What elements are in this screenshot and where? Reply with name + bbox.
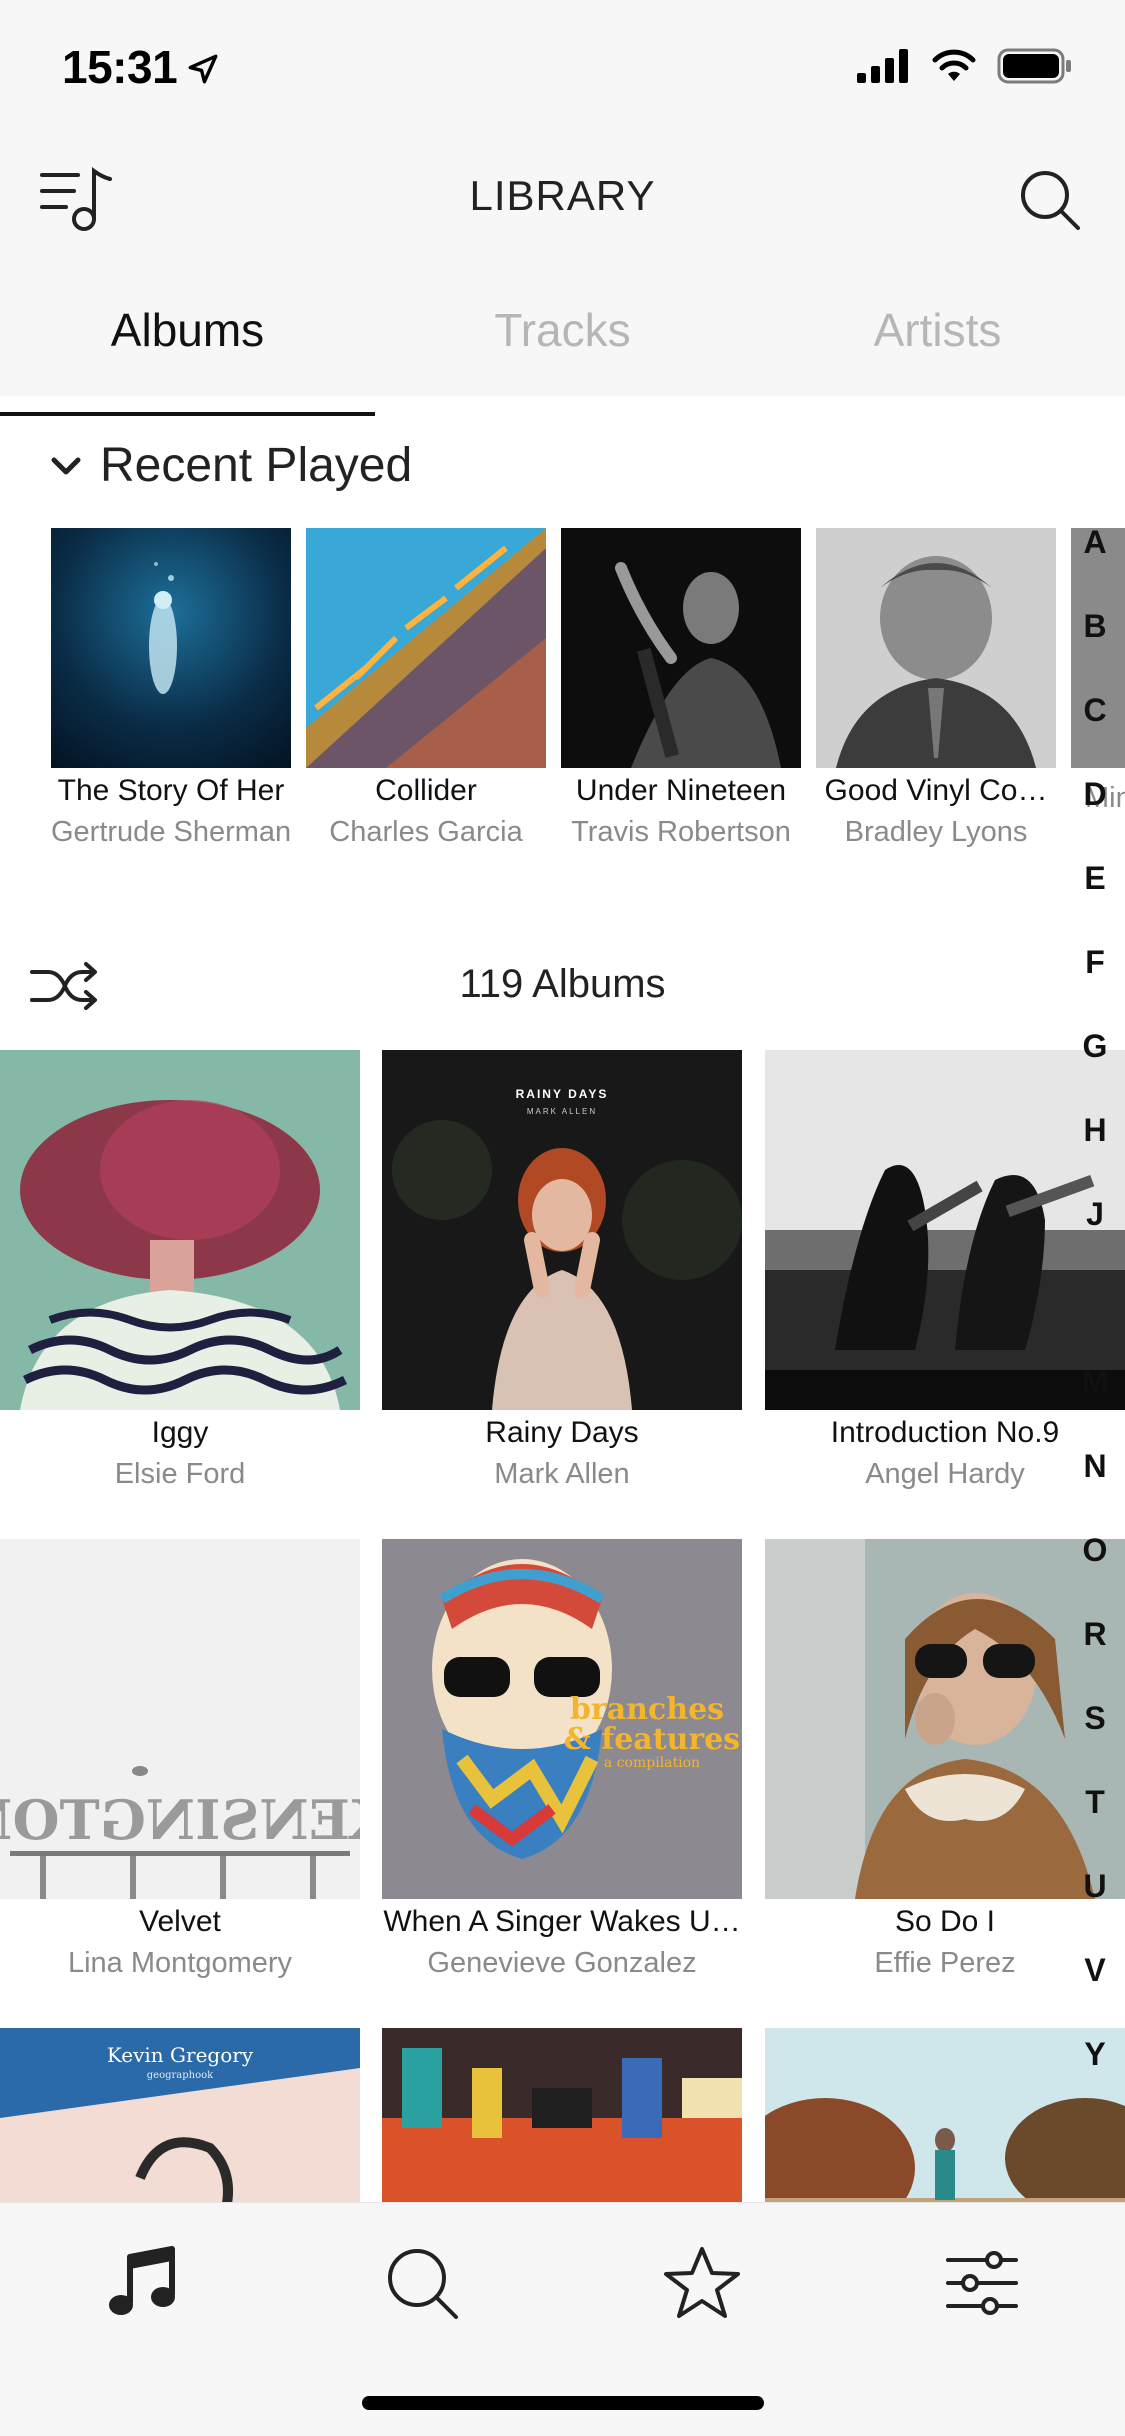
page-title: LIBRARY: [469, 172, 656, 219]
album-cover: [1071, 528, 1125, 768]
index-letter[interactable]: O: [1070, 1532, 1120, 1569]
index-letter[interactable]: G: [1070, 1028, 1120, 1065]
album-cover: branches & features a compilation: [382, 1539, 742, 1899]
album-title: Introduction No.9: [830, 1416, 1060, 1449]
tab-favorites[interactable]: [652, 2233, 752, 2333]
header-search-button[interactable]: [1010, 160, 1090, 240]
album-title: Iggy: [151, 1416, 209, 1449]
album-grid-item[interactable]: So Do I Effie Perez: [765, 1539, 1125, 1980]
index-letter[interactable]: J: [1070, 1196, 1120, 1233]
album-artist: Travis Robertson: [571, 816, 791, 848]
cover-text: Kevin Gregory: [107, 2043, 254, 2067]
index-letter[interactable]: D: [1070, 776, 1120, 813]
recent-played-header[interactable]: Recent Played: [46, 438, 412, 493]
index-letter[interactable]: R: [1070, 1616, 1120, 1653]
album-title: Good Vinyl Co…: [824, 774, 1048, 807]
album-artist: Mark Allen: [494, 1458, 630, 1490]
album-artist: Bradley Lyons: [844, 816, 1028, 848]
album-title: When A Singer Wakes U…: [383, 1905, 741, 1938]
album-artist: Charles Garcia: [329, 816, 523, 848]
cover-text: geographook: [147, 2070, 214, 2081]
index-letter[interactable]: V: [1070, 1952, 1120, 1989]
album-cover: KENSINGTON: [0, 1539, 360, 1899]
search-icon: [388, 2249, 458, 2319]
top-bar: 15:31 LIBRARY Albums Tracks Artists: [0, 0, 1125, 416]
battery-icon: [997, 48, 1071, 84]
album-title: Velvet: [139, 1905, 221, 1938]
recent-album-card[interactable]: Collider Charles Garcia: [306, 528, 546, 849]
index-letter[interactable]: T: [1070, 1784, 1120, 1821]
recent-played-carousel[interactable]: The Story Of Her Gertrude Sherman Collid…: [0, 528, 1125, 868]
album-grid-item[interactable]: branches & features a compilation When A…: [382, 1539, 742, 1980]
index-letter[interactable]: A: [1070, 524, 1120, 561]
album-cover: [51, 528, 291, 768]
album-cover: [0, 1050, 360, 1410]
index-letter[interactable]: N: [1070, 1448, 1120, 1485]
index-letter[interactable]: F: [1070, 944, 1120, 981]
search-icon: [1021, 171, 1080, 230]
album-grid-item[interactable]: KENSINGTON Velvet Lina Montgomery: [0, 1539, 360, 1980]
album-count: 119 Albums: [459, 962, 666, 1006]
signal-icon: [857, 49, 908, 83]
album-title: Rainy Days: [485, 1416, 639, 1449]
location-arrow-icon: [188, 54, 218, 84]
index-letter[interactable]: S: [1070, 1700, 1120, 1737]
tab-settings[interactable]: [932, 2233, 1032, 2333]
recent-played-title: Recent Played: [100, 439, 413, 492]
album-artist: Gertrude Sherman: [51, 816, 292, 848]
chevron-down-icon: [51, 457, 81, 474]
star-icon: [664, 2247, 740, 2318]
music-note-icon: [109, 2246, 175, 2315]
album-artist: Genevieve Gonzalez: [427, 1947, 697, 1979]
tab-library[interactable]: [92, 2233, 192, 2333]
recent-album-card[interactable]: Under Nineteen Travis Robertson: [561, 528, 801, 849]
cover-text: a compilation: [604, 1755, 700, 1771]
home-indicator[interactable]: [362, 2396, 764, 2410]
cover-text: MARK ALLEN: [527, 1107, 597, 1116]
album-artist: Lina Montgomery: [67, 1947, 293, 1979]
recent-album-card[interactable]: Min: [1071, 528, 1125, 815]
cover-text: & features: [564, 1722, 740, 1757]
status-time: 15:31: [62, 41, 178, 93]
tab-albums[interactable]: Albums: [0, 290, 375, 416]
album-cover: [561, 528, 801, 768]
recent-album-card[interactable]: The Story Of Her Gertrude Sherman: [51, 528, 291, 849]
index-letter[interactable]: M: [1070, 1364, 1120, 1401]
index-letter[interactable]: Y: [1070, 2036, 1120, 2073]
sliders-icon: [946, 2251, 1018, 2315]
album-title: Collider: [375, 774, 477, 807]
tab-artists[interactable]: Artists: [750, 290, 1125, 396]
recent-album-card[interactable]: Good Vinyl Co… Bradley Lyons: [816, 528, 1056, 849]
album-cover: [816, 528, 1056, 768]
cover-text: KENSINGTON: [0, 1788, 360, 1852]
album-cover: RAINY DAYS MARK ALLEN: [382, 1050, 742, 1410]
index-letter[interactable]: C: [1070, 692, 1120, 729]
cover-text: RAINY DAYS: [516, 1087, 609, 1101]
album-title: Under Nineteen: [575, 774, 787, 807]
album-grid-item[interactable]: RAINY DAYS MARK ALLEN Rainy Days Mark Al…: [382, 1050, 742, 1491]
index-letter[interactable]: H: [1070, 1112, 1120, 1149]
album-cover: [306, 528, 546, 768]
library-tabs: Albums Tracks Artists: [0, 290, 1125, 416]
tab-search[interactable]: [372, 2233, 472, 2333]
wifi-icon: [932, 49, 976, 81]
tab-tracks[interactable]: Tracks: [375, 290, 750, 396]
index-letter[interactable]: U: [1070, 1868, 1120, 1905]
index-letter[interactable]: E: [1070, 860, 1120, 897]
album-title: So Do I: [894, 1905, 996, 1938]
album-title: The Story Of Her: [57, 774, 285, 807]
album-artist: Elsie Ford: [114, 1458, 246, 1490]
album-grid-item[interactable]: Iggy Elsie Ford: [0, 1050, 360, 1491]
status-icons: [857, 48, 1073, 84]
index-letter[interactable]: B: [1070, 608, 1120, 645]
